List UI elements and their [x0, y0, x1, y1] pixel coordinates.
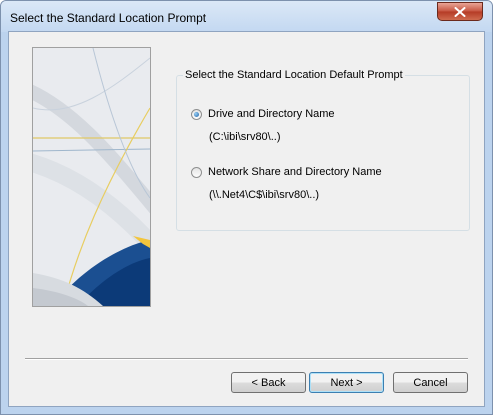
prompt-options-group: Select the Standard Location Default Pro… [176, 69, 470, 231]
back-button[interactable]: < Back [231, 372, 306, 393]
close-button[interactable] [437, 2, 483, 21]
title-bar[interactable]: Select the Standard Location Prompt [1, 1, 492, 32]
button-divider [25, 358, 468, 360]
dialog-body: Select the Standard Location Default Pro… [8, 31, 485, 407]
radio-label-network-share: Network Share and Directory Name [208, 166, 382, 178]
radio-button-selected[interactable] [191, 108, 202, 120]
group-legend: Select the Standard Location Default Pro… [183, 69, 405, 81]
wizard-banner-image [32, 47, 151, 307]
next-button[interactable]: Next > [309, 372, 384, 393]
network-share-path: (\\.Net4\C$\ibi\srv80\..) [209, 189, 320, 201]
radio-label-drive-directory: Drive and Directory Name [208, 108, 335, 120]
cancel-button[interactable]: Cancel [393, 372, 468, 393]
dialog-window: Select the Standard Location Prompt Sele… [0, 0, 493, 415]
radio-drive-directory[interactable]: Drive and Directory Name [191, 108, 335, 120]
drive-directory-path: (C:\ibi\srv80\..) [209, 131, 281, 143]
radio-button-unselected[interactable] [191, 166, 202, 178]
radio-network-share[interactable]: Network Share and Directory Name [191, 166, 382, 178]
window-title: Select the Standard Location Prompt [10, 11, 207, 25]
close-icon [454, 7, 466, 17]
